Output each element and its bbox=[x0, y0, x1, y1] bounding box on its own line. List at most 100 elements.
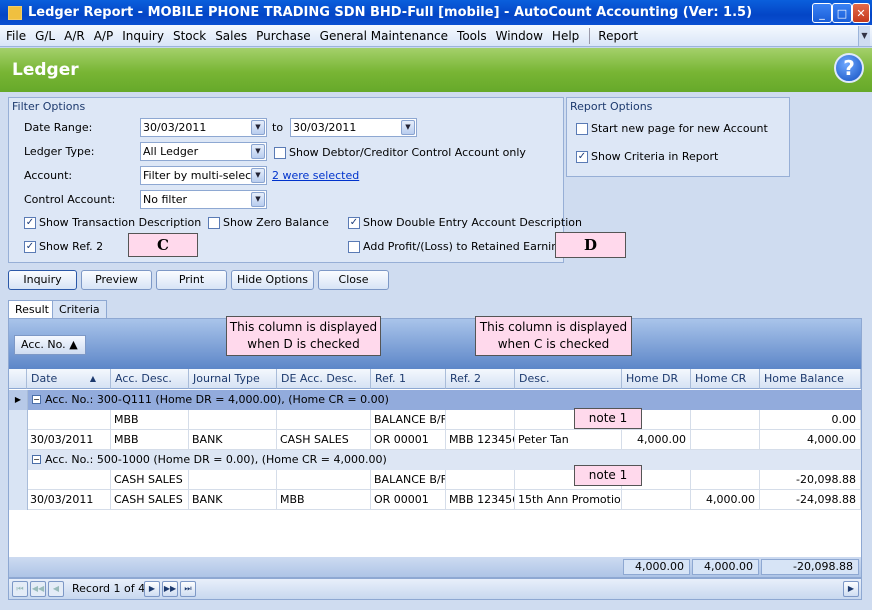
show-zero-balance-checkbox[interactable]: Show Zero Balance bbox=[208, 216, 329, 229]
menu-file[interactable]: File bbox=[6, 29, 26, 43]
tab-criteria[interactable]: Criteria bbox=[52, 300, 107, 318]
menu-inquiry[interactable]: Inquiry bbox=[122, 29, 164, 43]
table-row[interactable]: MBB BALANCE B/F 0.00 bbox=[9, 410, 861, 430]
chevron-down-icon[interactable]: ▼ bbox=[251, 120, 265, 135]
group-row[interactable]: − Acc. No.: 500-1000 (Home DR = 0.00), (… bbox=[9, 450, 861, 470]
table-row[interactable]: CASH SALES BALANCE B/F -20,098.88 bbox=[9, 470, 861, 490]
col-home-cr[interactable]: Home CR bbox=[691, 369, 760, 389]
tab-result[interactable]: Result bbox=[8, 300, 56, 318]
check-icon[interactable]: ✓ bbox=[24, 240, 36, 253]
col-journal-type[interactable]: Journal Type bbox=[189, 369, 277, 389]
date-to-field[interactable]: 30/03/2011 ▼ bbox=[290, 118, 417, 137]
menu-ap[interactable]: A/P bbox=[94, 29, 114, 43]
show-double-entry-checkbox[interactable]: ✓ Show Double Entry Account Description bbox=[348, 216, 582, 229]
minimize-button[interactable]: _ bbox=[812, 3, 832, 23]
callout-c: C bbox=[128, 233, 198, 257]
check-icon[interactable]: ✓ bbox=[24, 216, 36, 229]
row-indicator bbox=[9, 490, 28, 510]
collapse-icon[interactable]: − bbox=[32, 395, 41, 404]
date-from-field[interactable]: 30/03/2011 ▼ bbox=[140, 118, 267, 137]
collapse-icon[interactable]: − bbox=[32, 455, 41, 464]
chevron-down-icon[interactable]: ▼ bbox=[251, 144, 265, 159]
checkbox-box[interactable] bbox=[208, 216, 220, 229]
app-icon bbox=[8, 5, 22, 20]
chevron-down-icon[interactable]: ▼ bbox=[251, 168, 265, 183]
previous-record-icon[interactable]: ◀ bbox=[48, 581, 64, 597]
row-indicator bbox=[9, 430, 28, 450]
checkbox-label: Show Criteria in Report bbox=[591, 150, 719, 163]
last-page-icon[interactable]: ⏭ bbox=[180, 581, 196, 597]
col-home-balance[interactable]: Home Balance bbox=[760, 369, 861, 389]
menu-tools[interactable]: Tools bbox=[457, 29, 487, 43]
print-button[interactable]: Print bbox=[156, 270, 227, 290]
next-record-icon[interactable]: ▶ bbox=[144, 581, 160, 597]
previous-page-icon[interactable]: ◀◀ bbox=[30, 581, 46, 597]
menu-general-maintenance[interactable]: General Maintenance bbox=[320, 29, 448, 43]
show-control-only-checkbox[interactable]: Show Debtor/Creditor Control Account onl… bbox=[274, 146, 526, 159]
ledger-type-select[interactable]: All Ledger ▼ bbox=[140, 142, 267, 161]
control-account-select[interactable]: No filter ▼ bbox=[140, 190, 267, 209]
menu-stock[interactable]: Stock bbox=[173, 29, 206, 43]
callout-note-1: note 1 bbox=[574, 408, 642, 429]
menu-report[interactable]: Report bbox=[598, 29, 638, 43]
table-row[interactable]: 30/03/2011 MBB BANK CASH SALES OR 00001 … bbox=[9, 430, 861, 450]
preview-button[interactable]: Preview bbox=[81, 270, 152, 290]
window-title-bar: Ledger Report - MOBILE PHONE TRADING SDN… bbox=[0, 0, 872, 25]
col-acc-desc[interactable]: Acc. Desc. bbox=[111, 369, 189, 389]
callout-desc-column: This column is displayed when C is check… bbox=[475, 316, 632, 356]
scroll-right-icon[interactable]: ▶ bbox=[843, 581, 859, 597]
new-page-checkbox[interactable]: Start new page for new Account bbox=[576, 122, 768, 135]
col-date[interactable]: Date ▲ bbox=[27, 369, 111, 389]
col-home-dr[interactable]: Home DR bbox=[622, 369, 691, 389]
table-row[interactable]: 30/03/2011 CASH SALES BANK MBB OR 00001 … bbox=[9, 490, 861, 510]
chevron-down-icon[interactable]: ▼ bbox=[251, 192, 265, 207]
menu-gl[interactable]: G/L bbox=[35, 29, 55, 43]
callout-de-column: This column is displayed when D is check… bbox=[226, 316, 381, 356]
callout-d: D bbox=[555, 232, 626, 258]
checkbox-box[interactable] bbox=[576, 122, 588, 135]
checkbox-label: Show Transaction Description bbox=[39, 216, 202, 229]
check-icon[interactable]: ✓ bbox=[348, 216, 360, 229]
cell-home-balance: -24,098.88 bbox=[760, 490, 861, 510]
show-transaction-description-checkbox[interactable]: ✓ Show Transaction Description bbox=[24, 216, 201, 229]
menu-sales[interactable]: Sales bbox=[215, 29, 247, 43]
cell-acc-desc: MBB bbox=[111, 410, 189, 430]
group-chip-label: Acc. No. bbox=[21, 338, 66, 351]
account-label: Account: bbox=[24, 169, 73, 182]
add-profit-checkbox[interactable]: Add Profit/(Loss) to Retained Earning bbox=[348, 240, 565, 253]
next-page-icon[interactable]: ▶▶ bbox=[162, 581, 178, 597]
cell-journal: BANK bbox=[189, 430, 277, 450]
hide-options-button[interactable]: Hide Options bbox=[231, 270, 314, 290]
maximize-button[interactable]: □ bbox=[832, 3, 852, 23]
filter-options-title: Filter Options bbox=[12, 100, 86, 113]
group-row[interactable]: ▶ − Acc. No.: 300-Q111 (Home DR = 4,000.… bbox=[9, 390, 861, 410]
check-icon[interactable]: ✓ bbox=[576, 150, 588, 163]
account-select[interactable]: Filter by multi-select ▼ bbox=[140, 166, 267, 185]
close-button[interactable]: Close bbox=[318, 270, 389, 290]
help-icon[interactable]: ? bbox=[834, 53, 864, 83]
checkbox-label: Add Profit/(Loss) to Retained Earning bbox=[363, 240, 566, 253]
cell-journal: BANK bbox=[189, 490, 277, 510]
cell-journal bbox=[189, 470, 277, 490]
report-options-title: Report Options bbox=[570, 100, 653, 113]
checkbox-box[interactable] bbox=[348, 240, 360, 253]
account-selected-link[interactable]: 2 were selected bbox=[272, 169, 359, 182]
inquiry-button[interactable]: Inquiry bbox=[8, 270, 77, 290]
col-ref1[interactable]: Ref. 1 bbox=[371, 369, 446, 389]
close-window-button[interactable]: ✕ bbox=[852, 3, 870, 23]
col-desc[interactable]: Desc. bbox=[515, 369, 622, 389]
first-page-icon[interactable]: ⏮ bbox=[12, 581, 28, 597]
chevron-down-icon[interactable]: ▼ bbox=[858, 26, 870, 46]
menu-help[interactable]: Help bbox=[552, 29, 579, 43]
date-to-value: 30/03/2011 bbox=[293, 121, 357, 134]
menu-window[interactable]: Window bbox=[496, 29, 543, 43]
col-ref2[interactable]: Ref. 2 bbox=[446, 369, 515, 389]
group-by-acc-no-chip[interactable]: Acc. No. ▲ bbox=[14, 335, 86, 355]
show-ref2-checkbox[interactable]: ✓ Show Ref. 2 bbox=[24, 240, 103, 253]
chevron-down-icon[interactable]: ▼ bbox=[401, 120, 415, 135]
col-de-acc-desc[interactable]: DE Acc. Desc. bbox=[277, 369, 371, 389]
show-criteria-checkbox[interactable]: ✓ Show Criteria in Report bbox=[576, 150, 718, 163]
checkbox-box[interactable] bbox=[274, 146, 286, 159]
menu-ar[interactable]: A/R bbox=[64, 29, 85, 43]
menu-purchase[interactable]: Purchase bbox=[256, 29, 311, 43]
